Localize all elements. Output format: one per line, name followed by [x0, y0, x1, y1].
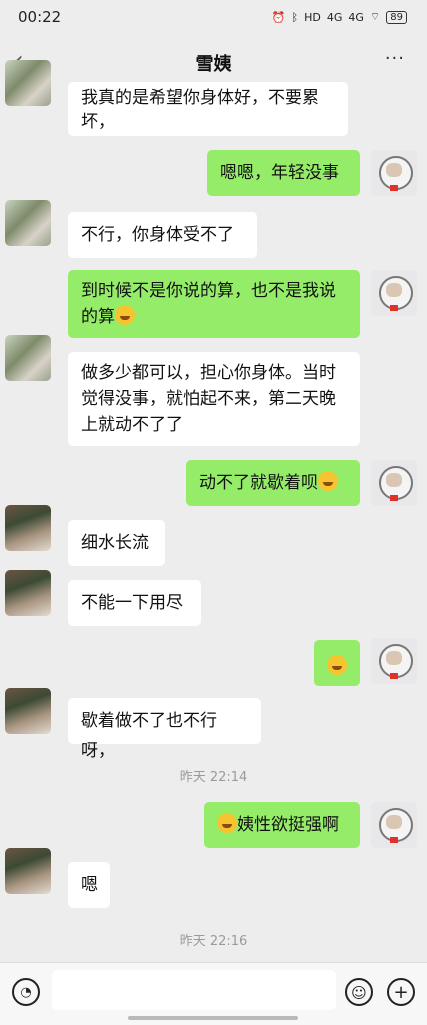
avatar[interactable] [371, 150, 417, 196]
thinking-emoji-icon [217, 813, 237, 833]
message-bubble[interactable]: 歇着做不了也不行呀， [68, 698, 261, 761]
avatar[interactable] [5, 570, 51, 616]
chat-header: ‹ 雪姨 ··· [0, 36, 427, 86]
avatar[interactable] [5, 200, 51, 246]
message-bubble[interactable]: 我真的是希望你身体好，不要累坏， [68, 82, 348, 136]
emoji-icon[interactable]: ☺ [345, 978, 373, 1006]
message-text: 我真的是希望你身体好，不要累坏， [81, 88, 319, 132]
status-bar: 00:22 ⏰ ᛒ HD 4G 4G ⌔ 89 [0, 0, 427, 36]
avatar[interactable] [371, 270, 417, 316]
message-text: 细水长流 [81, 533, 149, 553]
plus-icon[interactable]: + [387, 978, 415, 1006]
4g-icon: 4G [348, 10, 364, 24]
message-bubble[interactable]: 细水长流 [68, 520, 165, 566]
message-bubble[interactable]: 到时候不是你说的算，也不是我说的算 [68, 270, 360, 338]
laugh-cry-emoji-icon [327, 655, 347, 675]
message-bubble[interactable]: 不行，你身体受不了 [68, 212, 257, 258]
avatar[interactable] [371, 638, 417, 684]
avatar[interactable] [5, 688, 51, 734]
timestamp: 昨天 22:14 [179, 770, 248, 785]
home-indicator [128, 1016, 298, 1020]
laugh-cry-emoji-icon [115, 305, 135, 325]
message-input[interactable] [52, 970, 336, 1010]
message-bubble[interactable]: 动不了就歇着呗 [186, 460, 360, 506]
wifi-icon: ⌔ [369, 10, 381, 23]
message-bubble[interactable] [314, 640, 360, 686]
status-icons: ⏰ ᛒ HD 4G 4G ⌔ 89 [272, 10, 407, 24]
message-text: 歇着做不了也不行呀， [81, 711, 217, 761]
avatar[interactable] [371, 802, 417, 848]
message-bubble[interactable]: 嗯 [68, 862, 110, 908]
laugh-cry-emoji-icon [318, 471, 338, 491]
message-text: 不行，你身体受不了 [81, 225, 234, 245]
message-text: 不能一下用尽 [81, 593, 183, 613]
message-text: 嗯 [81, 875, 98, 895]
bluetooth-icon: ᛒ [291, 10, 299, 24]
avatar[interactable] [371, 460, 417, 506]
chat-title: 雪姨 [195, 54, 232, 75]
alarm-icon: ⏰ [271, 10, 286, 24]
message-bubble[interactable]: 嗯嗯，年轻没事 [207, 150, 360, 196]
avatar[interactable] [5, 848, 51, 894]
message-text: 做多少都可以，担心你身体。当时觉得没事，就怕起不来，第二天晚上就动不了了 [81, 363, 336, 435]
avatar[interactable] [5, 335, 51, 381]
status-time: 00:22 [18, 8, 62, 26]
message-bubble[interactable]: 做多少都可以，担心你身体。当时觉得没事，就怕起不来，第二天晚上就动不了了 [68, 352, 360, 446]
battery-icon: 89 [386, 10, 407, 24]
hd-icon: HD [304, 10, 321, 24]
more-icon[interactable]: ··· [385, 48, 405, 69]
message-text: 动不了就歇着呗 [199, 473, 318, 493]
message-text: 姨性欲挺强啊 [237, 815, 339, 835]
voice-icon[interactable]: ◔ [12, 978, 40, 1006]
message-bubble[interactable]: 不能一下用尽 [68, 580, 201, 626]
message-bubble[interactable]: 姨性欲挺强啊 [204, 802, 360, 848]
timestamp: 昨天 22:16 [179, 934, 248, 949]
avatar[interactable] [5, 60, 51, 106]
message-text: 嗯嗯，年轻没事 [220, 163, 339, 183]
4g-icon: 4G [326, 10, 343, 24]
avatar[interactable] [5, 505, 51, 551]
